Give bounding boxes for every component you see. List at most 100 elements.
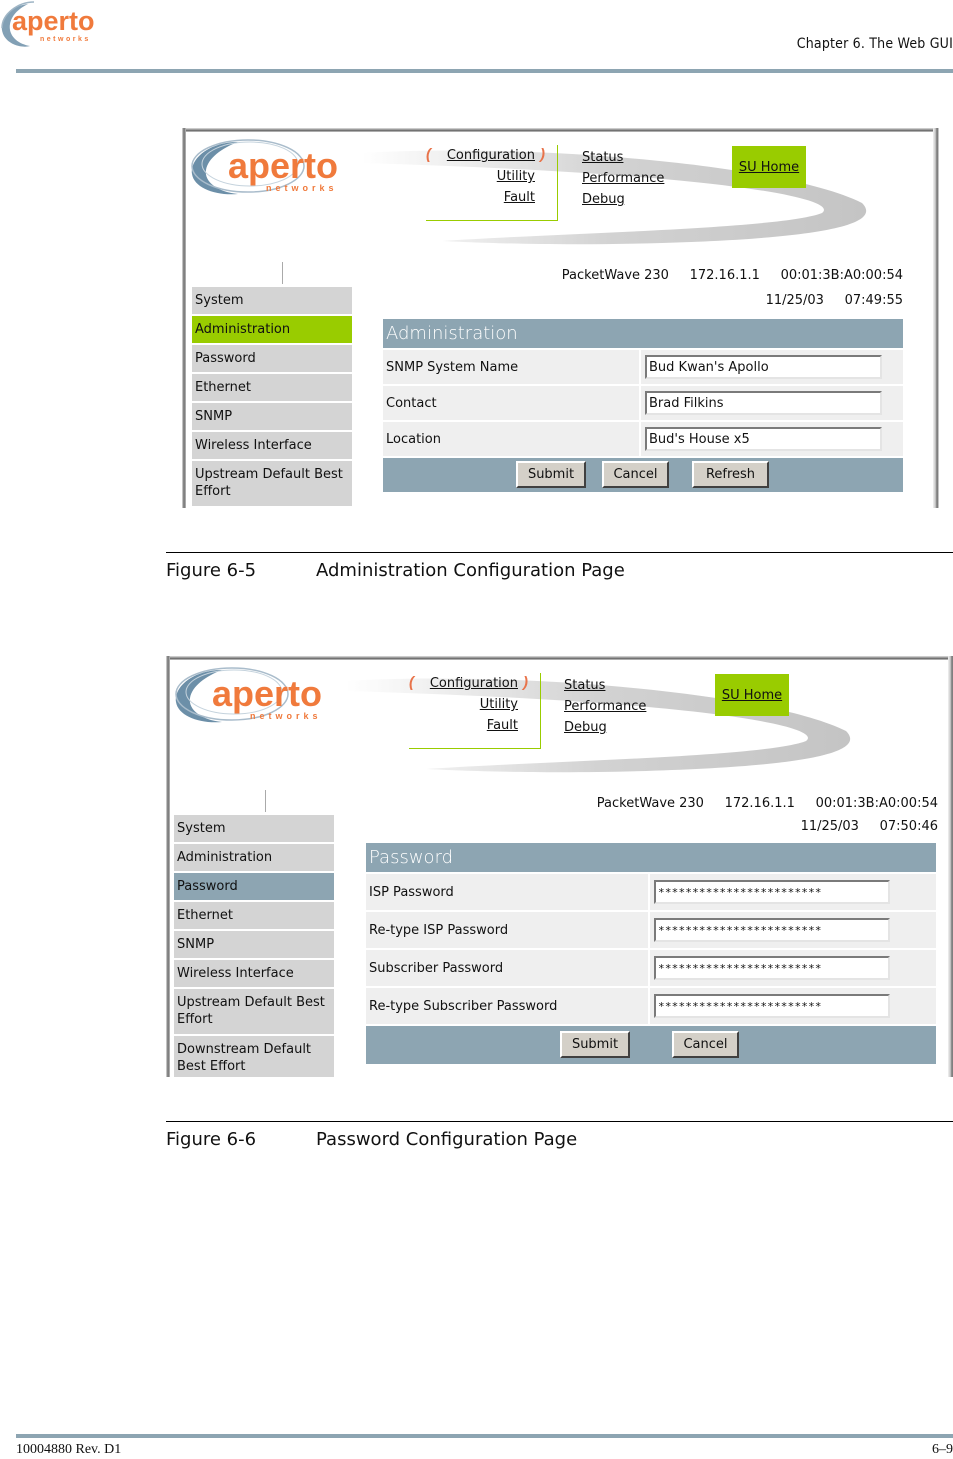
submit-button[interactable]: Submit bbox=[516, 461, 586, 488]
aperto-document-logo: aperto networks bbox=[0, 0, 120, 50]
form-row: SNMP System Name bbox=[383, 350, 903, 384]
nav-link-debug[interactable]: Debug bbox=[564, 717, 646, 738]
sidebar-item-password[interactable]: Password bbox=[192, 345, 352, 374]
nav-link-debug[interactable]: Debug bbox=[582, 189, 664, 210]
sidebar-separator bbox=[282, 262, 283, 284]
snmp-system-name-input[interactable] bbox=[645, 355, 882, 379]
frame-border-top bbox=[166, 656, 953, 660]
aperto-app-logo: aperto networks bbox=[188, 136, 358, 198]
sidebar-menu: System Administration Password Ethernet … bbox=[174, 815, 334, 1077]
form-row: Location bbox=[383, 422, 903, 456]
frame-border-right bbox=[948, 656, 953, 1077]
sidebar-item-snmp[interactable]: SNMP bbox=[174, 931, 334, 960]
sidebar-item-wireless-interface[interactable]: Wireless Interface bbox=[174, 960, 334, 989]
nav-link-fault[interactable]: Fault bbox=[409, 715, 540, 736]
figure-6-6-screenshot: aperto networks ( ) Configuration Utilit… bbox=[166, 656, 953, 1077]
sidebar-item-wireless-interface[interactable]: Wireless Interface bbox=[192, 432, 352, 461]
nav-link-utility[interactable]: Utility bbox=[409, 694, 540, 715]
sidebar-item-ethernet[interactable]: Ethernet bbox=[192, 374, 352, 403]
sidebar-item-system[interactable]: System bbox=[174, 815, 334, 844]
submit-button[interactable]: Submit bbox=[560, 1031, 630, 1058]
refresh-button[interactable]: Refresh bbox=[692, 461, 769, 488]
contact-input[interactable] bbox=[645, 391, 882, 415]
sidebar-item-password[interactable]: Password bbox=[174, 873, 334, 902]
figure-title: Administration Configuration Page bbox=[316, 560, 625, 581]
form-row: Re-type Subscriber Password bbox=[366, 988, 936, 1024]
sidebar-item-snmp[interactable]: SNMP bbox=[192, 403, 352, 432]
nav-secondary-group: Status Performance Debug bbox=[582, 147, 664, 210]
nav-link-status[interactable]: Status bbox=[564, 675, 646, 696]
figure-number: Figure 6-6 bbox=[166, 1129, 257, 1150]
svg-text:aperto: aperto bbox=[12, 6, 95, 36]
svg-text:networks: networks bbox=[40, 36, 91, 43]
page-number: 6–9 bbox=[932, 1442, 953, 1457]
sidebar-item-system[interactable]: System bbox=[192, 287, 352, 316]
su-home-button[interactable]: SU Home bbox=[715, 674, 789, 716]
caption-rule bbox=[166, 552, 953, 553]
nav-link-status[interactable]: Status bbox=[582, 147, 664, 168]
nav-link-utility[interactable]: Utility bbox=[426, 166, 557, 187]
form-row: Re-type ISP Password bbox=[366, 912, 936, 948]
figure-number: Figure 6-5 bbox=[166, 560, 257, 581]
field-label: ISP Password bbox=[366, 874, 648, 910]
field-label: Contact bbox=[383, 386, 639, 420]
form-row: ISP Password bbox=[366, 874, 936, 910]
device-info-datetime: 11/25/03 07:50:46 bbox=[800, 819, 938, 834]
sidebar-item-administration[interactable]: Administration bbox=[192, 316, 352, 345]
aperto-logo-icon: aperto networks bbox=[191, 139, 338, 195]
retype-subscriber-password-input[interactable] bbox=[654, 994, 890, 1018]
sidebar-item-downstream-default-best-effort[interactable]: Downstream Default Best Effort bbox=[174, 1036, 334, 1077]
button-bar: Submit Cancel bbox=[366, 1026, 936, 1064]
form-row: Subscriber Password bbox=[366, 950, 936, 986]
nav-link-configuration[interactable]: Configuration bbox=[426, 145, 557, 166]
footer-rule bbox=[16, 1434, 953, 1438]
svg-text:networks: networks bbox=[250, 711, 322, 721]
nav-link-performance[interactable]: Performance bbox=[564, 696, 646, 717]
nav-secondary-group: Status Performance Debug bbox=[564, 675, 646, 738]
svg-text:aperto: aperto bbox=[228, 145, 338, 186]
field-label: SNMP System Name bbox=[383, 350, 639, 384]
nav-link-configuration[interactable]: Configuration bbox=[409, 673, 540, 694]
figure-caption: Figure 6-5 Administration Configuration P… bbox=[166, 560, 625, 581]
frame-border-right bbox=[933, 128, 939, 508]
sidebar-item-ethernet[interactable]: Ethernet bbox=[174, 902, 334, 931]
nav-bracket-left-icon: ( bbox=[409, 674, 414, 691]
nav-primary-group: ( ) Configuration Utility Fault bbox=[426, 145, 558, 221]
frame-border-left bbox=[166, 656, 170, 1077]
isp-password-input[interactable] bbox=[654, 880, 890, 904]
caption-rule bbox=[166, 1121, 953, 1122]
header-rule bbox=[16, 69, 953, 73]
device-info-datetime: 11/25/03 07:49:55 bbox=[765, 293, 903, 308]
administration-panel: Administration SNMP System Name Contact … bbox=[383, 319, 903, 492]
sidebar-menu: System Administration Password Ethernet … bbox=[192, 287, 352, 508]
nav-bracket-left-icon: ( bbox=[426, 146, 431, 163]
sidebar-separator bbox=[265, 790, 266, 812]
nav-link-fault[interactable]: Fault bbox=[426, 187, 557, 208]
button-bar: Submit Cancel Refresh bbox=[383, 458, 903, 492]
sidebar-item-administration[interactable]: Administration bbox=[174, 844, 334, 873]
aperto-logo-icon: aperto networks bbox=[175, 667, 322, 723]
subscriber-password-input[interactable] bbox=[654, 956, 890, 980]
svg-text:aperto: aperto bbox=[212, 673, 322, 714]
field-label: Re-type Subscriber Password bbox=[366, 988, 648, 1024]
password-panel: Password ISP Password Re-type ISP Passwo… bbox=[366, 843, 936, 1064]
form-row: Contact bbox=[383, 386, 903, 420]
su-home-button[interactable]: SU Home bbox=[732, 146, 806, 188]
retype-isp-password-input[interactable] bbox=[654, 918, 890, 942]
nav-bracket-right-icon: ) bbox=[523, 674, 528, 691]
nav-link-performance[interactable]: Performance bbox=[582, 168, 664, 189]
location-input[interactable] bbox=[645, 427, 882, 451]
sidebar-item-upstream-default-best-effort[interactable]: Upstream Default Best Effort bbox=[174, 989, 334, 1036]
cancel-button[interactable]: Cancel bbox=[672, 1031, 739, 1058]
aperto-logo-icon: aperto networks bbox=[1, 1, 95, 47]
figure-6-5-screenshot: aperto networks ( ) Configuration Utilit… bbox=[182, 128, 939, 508]
frame-border-left bbox=[182, 128, 186, 508]
frame-border-top bbox=[182, 128, 939, 132]
panel-title: Password bbox=[366, 843, 936, 872]
cancel-button[interactable]: Cancel bbox=[602, 461, 669, 488]
sidebar-item-upstream-default-best-effort[interactable]: Upstream Default Best Effort bbox=[192, 461, 352, 508]
aperto-app-logo: aperto networks bbox=[172, 664, 342, 726]
svg-text:networks: networks bbox=[266, 183, 338, 193]
field-label: Subscriber Password bbox=[366, 950, 648, 986]
nav-primary-group: ( ) Configuration Utility Fault bbox=[409, 673, 541, 749]
